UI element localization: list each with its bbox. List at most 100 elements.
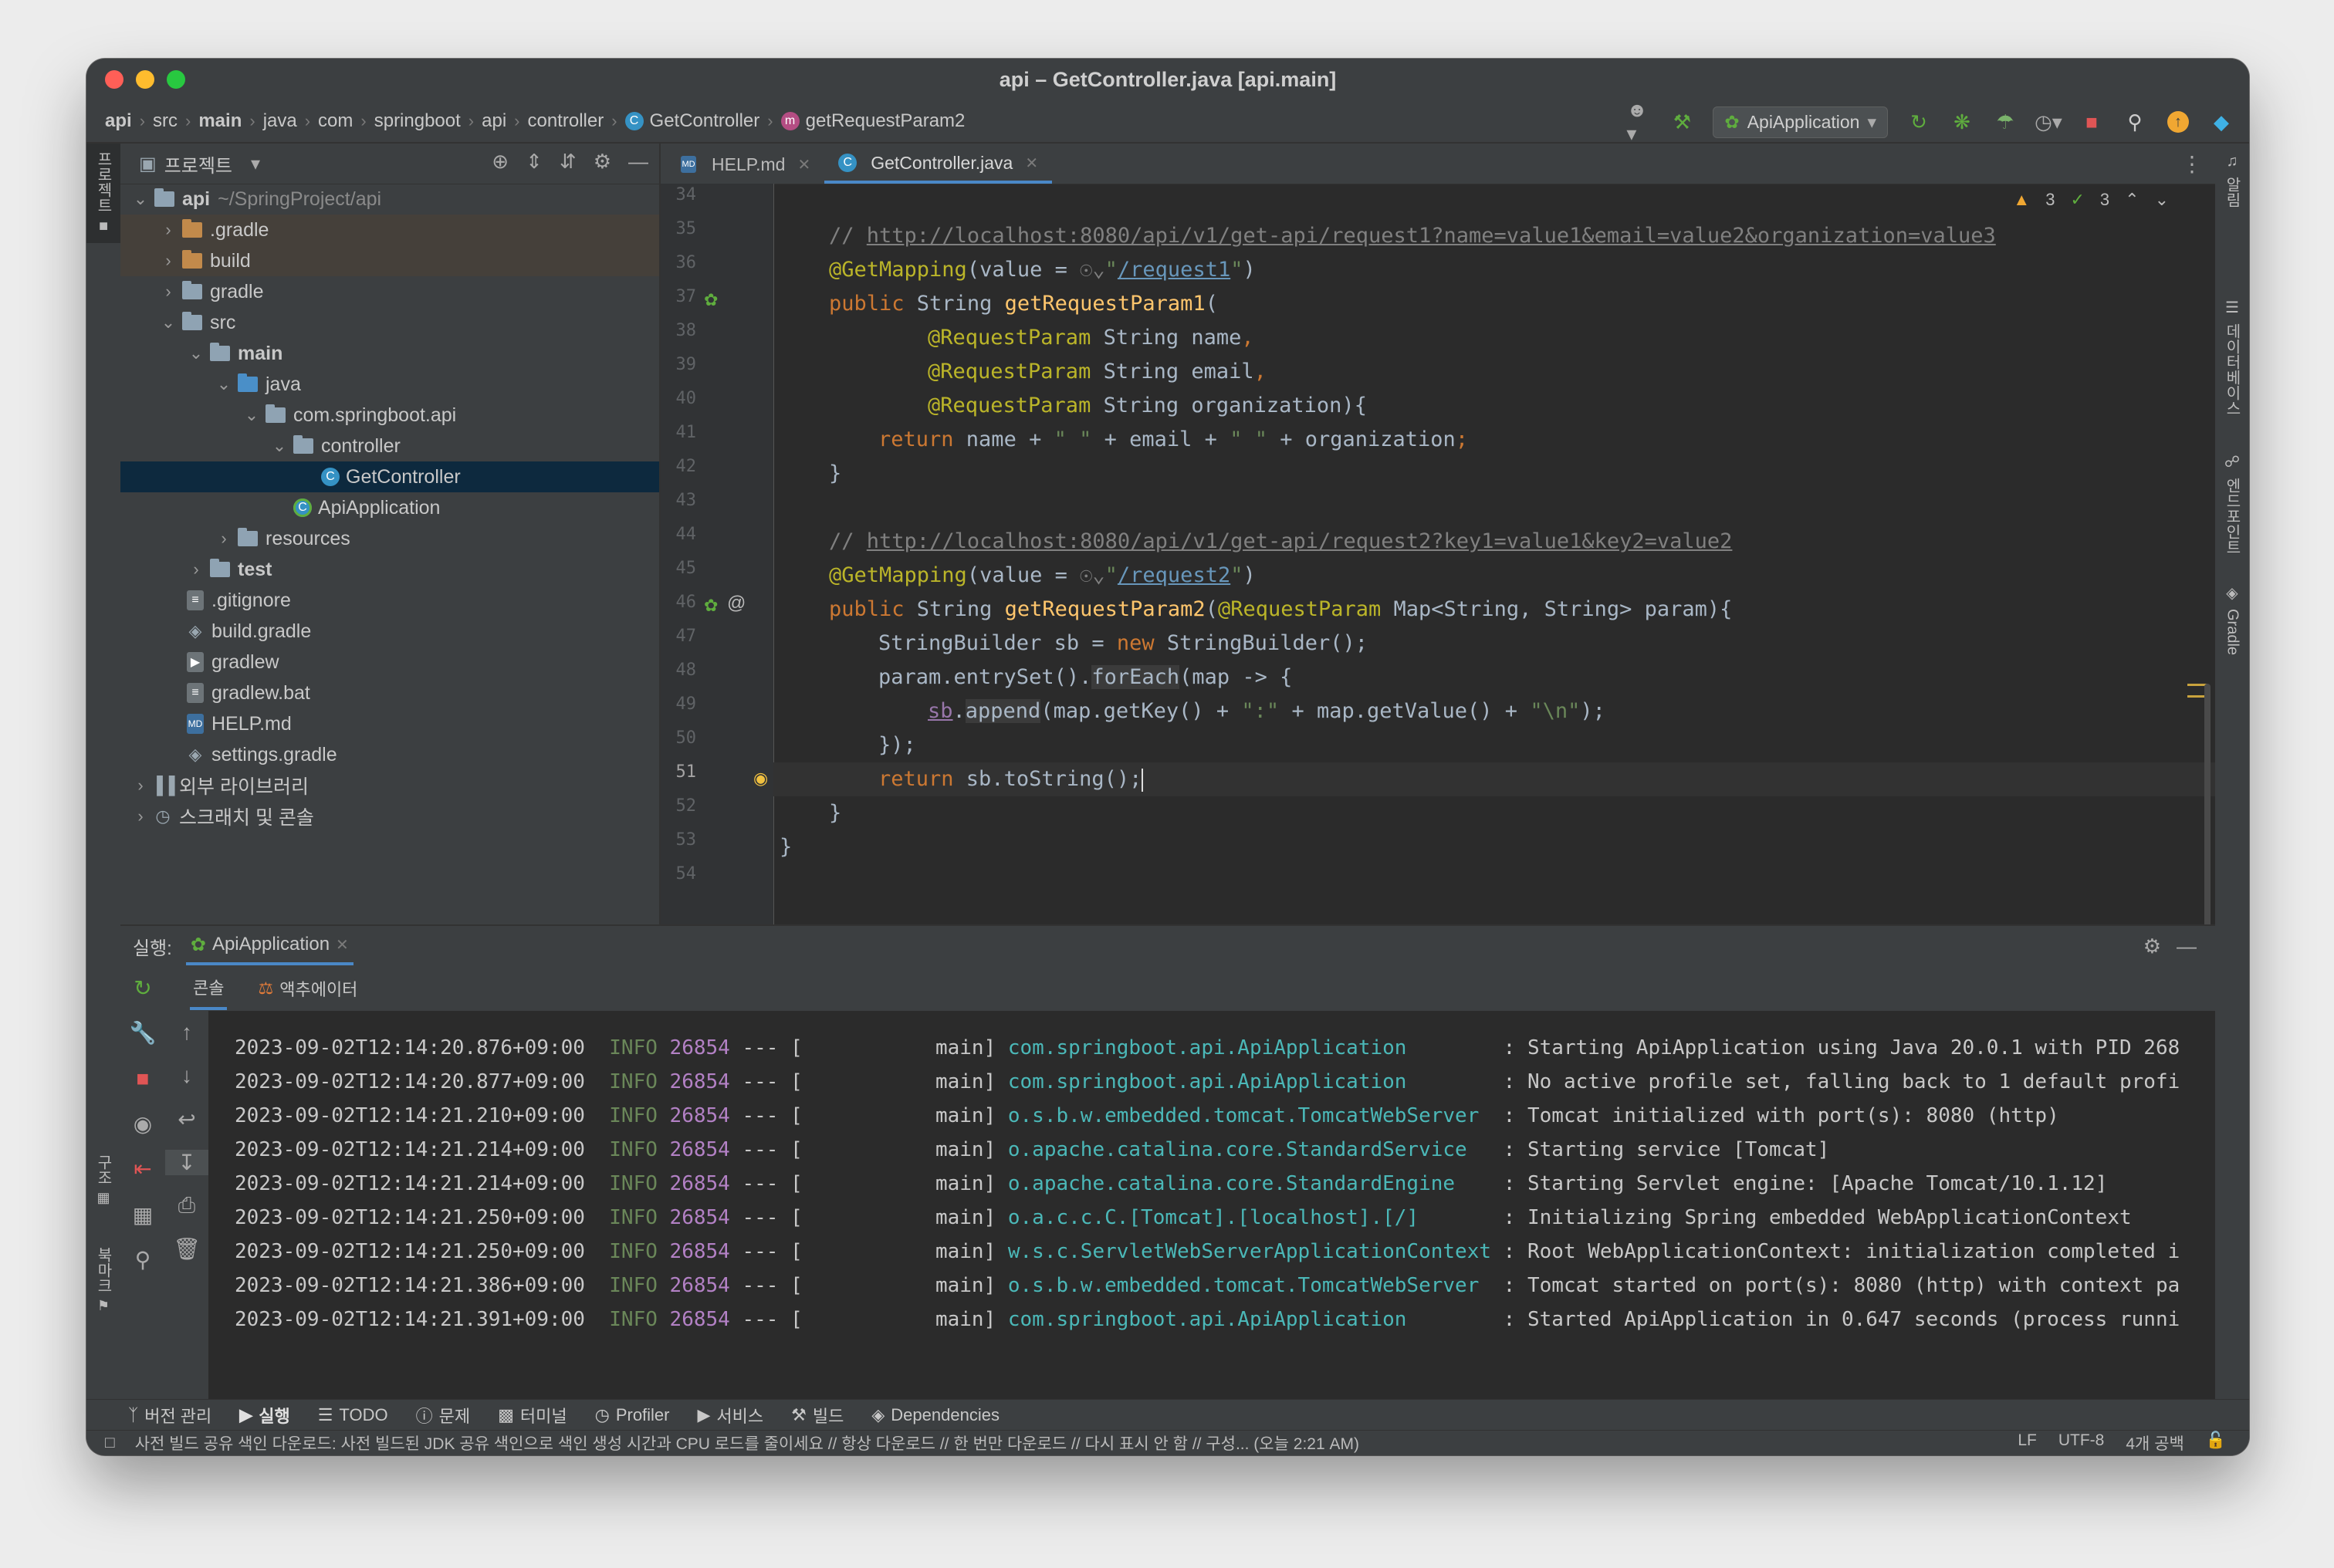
tree-node[interactable]: › .gradle — [120, 215, 659, 245]
jetbrains-logo-icon[interactable]: ◆ — [2209, 110, 2234, 134]
lightbulb-icon[interactable]: ◉ — [753, 769, 768, 789]
rerun-icon[interactable]: ↻ — [1906, 110, 1931, 134]
tool-tab-todo[interactable]: ☰ TODO — [318, 1405, 388, 1425]
stop-icon[interactable]: ■ — [120, 1066, 165, 1091]
notifications-tool-tab[interactable]: ♫ 알림 — [2215, 153, 2249, 208]
tool-tab-build[interactable]: ⚒ 빌드 — [791, 1403, 844, 1428]
tree-node[interactable]: C ApiApplication — [120, 492, 659, 523]
tool-tab-profiler[interactable]: ◷ Profiler — [595, 1405, 670, 1425]
tree-node[interactable]: › resources — [120, 523, 659, 554]
layout-icon[interactable]: ▦ — [120, 1202, 165, 1228]
breadcrumb-item[interactable]: getRequestParam2 — [806, 110, 966, 132]
endpoints-tool-tab[interactable]: ☍ 엔드포인트 — [2215, 452, 2249, 555]
expand-all-icon[interactable]: ⇕ — [526, 150, 543, 174]
breadcrumb-item[interactable]: java — [263, 110, 297, 132]
line-separator-widget[interactable]: LF — [2018, 1431, 2037, 1455]
project-view-label[interactable]: 프로젝트 — [164, 150, 232, 177]
minimize-window-button[interactable] — [136, 70, 154, 89]
gradle-tool-tab[interactable]: ◈ Gradle — [2215, 583, 2249, 655]
structure-tool-tab[interactable]: 구조 ▦ — [86, 1154, 120, 1206]
settings-gear-icon[interactable]: ⚙ — [594, 150, 611, 174]
rerun-icon[interactable]: ↻ — [120, 975, 165, 1001]
zoom-window-button[interactable] — [167, 70, 185, 89]
tree-node[interactable]: MD HELP.md — [120, 708, 659, 739]
endpoint-gutter-icon[interactable]: ✿ — [704, 290, 718, 310]
collapse-all-icon[interactable]: ⇵ — [560, 150, 577, 174]
tree-node[interactable]: › ▐▐ 외부 라이브러리 — [120, 770, 659, 801]
build-hammer-icon[interactable]: ⚒ — [1669, 110, 1694, 134]
close-icon[interactable]: ✕ — [797, 155, 810, 174]
tree-node[interactable]: ≡ gradlew.bat — [120, 678, 659, 708]
breadcrumb-item[interactable]: api — [482, 110, 506, 132]
tree-node[interactable]: ⌄ api ~/SpringProject/api — [120, 184, 659, 215]
breadcrumb-item[interactable]: main — [198, 110, 242, 132]
override-marker-icon[interactable]: @ — [727, 593, 746, 614]
hide-panel-icon[interactable]: — — [2177, 934, 2197, 958]
tree-node[interactable]: › ◷ 스크래치 및 콘솔 — [120, 801, 659, 832]
user-icon[interactable]: ☻▾ — [1626, 98, 1651, 145]
close-icon[interactable]: ✕ — [336, 935, 349, 955]
close-window-button[interactable] — [105, 70, 123, 89]
project-tool-tab[interactable]: 프로젝트 ■ — [86, 144, 120, 243]
close-icon[interactable]: ✕ — [1025, 154, 1038, 173]
tool-tab-terminal[interactable]: ▩ 터미널 — [498, 1403, 567, 1428]
tree-node-selected[interactable]: C GetController — [120, 461, 659, 492]
breadcrumb-item[interactable]: com — [318, 110, 353, 132]
tree-node[interactable]: › build — [120, 245, 659, 276]
tree-node[interactable]: ◈ settings.gradle — [120, 739, 659, 770]
breadcrumb-item[interactable]: src — [153, 110, 178, 132]
encoding-widget[interactable]: UTF-8 — [2058, 1431, 2105, 1455]
editor-tab-active[interactable]: C GetController.java ✕ — [824, 145, 1053, 184]
console-tab[interactable]: 콘솔 — [190, 967, 228, 1010]
tree-node[interactable]: › test — [120, 554, 659, 585]
panel-toggle-icon[interactable]: □ — [105, 1434, 115, 1452]
database-tool-tab[interactable]: ☰ 데이터베이스 — [2215, 298, 2249, 416]
tool-tab-problems[interactable]: ⓘ 문제 — [416, 1403, 471, 1428]
stop-icon[interactable]: ■ — [2079, 110, 2104, 134]
settings-gear-icon[interactable]: ⚙ — [2143, 934, 2161, 958]
chevron-down-icon[interactable]: ⌄ — [2155, 190, 2169, 210]
editor-tab[interactable]: MD HELP.md ✕ — [667, 145, 824, 184]
tree-node[interactable]: ⌄ com.springboot.api — [120, 400, 659, 431]
indent-widget[interactable]: 4개 공백 — [2126, 1431, 2183, 1455]
bookmarks-tool-tab[interactable]: 북마크 ⚑ — [86, 1247, 120, 1314]
chevron-up-icon[interactable]: ⌃ — [2125, 190, 2139, 210]
tool-tab-dependencies[interactable]: ◈ Dependencies — [871, 1405, 1000, 1425]
tree-node[interactable]: ⌄ controller — [120, 431, 659, 461]
chevron-down-icon[interactable]: ▾ — [251, 153, 260, 175]
tool-tab-run[interactable]: ▶ 실행 — [239, 1403, 289, 1428]
pin-icon[interactable]: ⚲ — [120, 1247, 165, 1272]
tree-node[interactable]: ≡ .gitignore — [120, 585, 659, 616]
run-config-tab[interactable]: ✿ ApiApplication ✕ — [185, 928, 353, 965]
lock-icon[interactable]: 🔓 — [2206, 1431, 2226, 1455]
endpoint-gutter-icon[interactable]: ✿ — [704, 596, 718, 616]
breadcrumb-item[interactable]: api — [105, 110, 132, 132]
editor-scrollbar[interactable] — [2204, 684, 2211, 938]
soft-wrap-icon[interactable]: ↩ — [165, 1107, 208, 1132]
run-configuration-select[interactable]: ✿ ApiApplication ▾ — [1713, 106, 1888, 138]
breadcrumb-item[interactable]: GetController — [650, 110, 760, 132]
status-message[interactable]: 사전 빌드 공유 색인 다운로드: 사전 빌드된 JDK 공유 색인으로 색인 … — [135, 1431, 1359, 1455]
tree-node[interactable]: ⌄ java — [120, 369, 659, 400]
inspection-widget[interactable]: ▲ 3 ✓ 3 ⌃ ⌄ — [2013, 190, 2169, 210]
tree-node[interactable]: ◈ build.gradle — [120, 616, 659, 647]
tool-tab-services[interactable]: ▶ 서비스 — [698, 1403, 764, 1428]
tool-tab-vcs[interactable]: ᛉ 버전 관리 — [128, 1403, 211, 1428]
tree-node[interactable]: ⌄ src — [120, 307, 659, 338]
print-icon[interactable]: ⎙ — [165, 1193, 208, 1218]
arrow-down-icon[interactable]: ↓ — [165, 1063, 208, 1088]
camera-icon[interactable]: ◉ — [120, 1111, 165, 1137]
tree-node[interactable]: ▶ gradlew — [120, 647, 659, 678]
tree-node[interactable]: › gradle — [120, 276, 659, 307]
profiler-icon[interactable]: ◷▾ — [2035, 110, 2062, 134]
breadcrumb-item[interactable]: controller — [527, 110, 604, 132]
breadcrumb-item[interactable]: springboot — [374, 110, 461, 132]
wrench-icon[interactable]: 🔧 — [120, 1020, 165, 1046]
locate-file-icon[interactable]: ⊕ — [492, 150, 509, 174]
hide-panel-icon[interactable]: — — [628, 150, 648, 174]
trash-icon[interactable]: 🗑 — [165, 1236, 208, 1262]
tree-node[interactable]: ⌄ main — [120, 338, 659, 369]
scroll-to-end-icon[interactable]: ↧ — [165, 1150, 208, 1175]
more-options-icon[interactable]: ⋮ — [2181, 151, 2203, 177]
update-icon[interactable]: ↑ — [2166, 110, 2190, 134]
